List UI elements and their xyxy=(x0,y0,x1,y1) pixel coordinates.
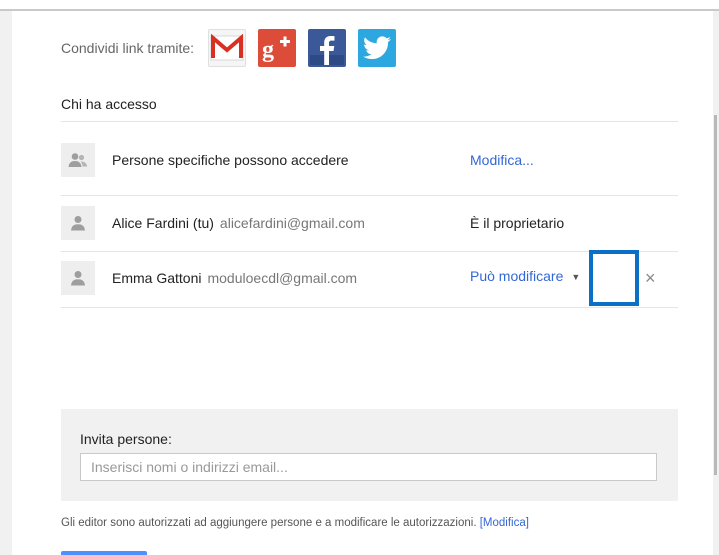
highlight-box xyxy=(589,250,639,306)
editor-permission-note: Gli editor sono autorizzati ad aggiunger… xyxy=(61,517,529,529)
divider xyxy=(61,195,678,196)
person-row-editor: Emma Gattoni moduloecdl@gmail.com Può mod… xyxy=(61,250,678,306)
remove-person-button[interactable]: × xyxy=(645,268,656,289)
invite-input[interactable] xyxy=(80,453,657,481)
permission-dropdown[interactable]: Può modificare ▼ xyxy=(470,268,580,284)
gmail-icon xyxy=(210,34,244,61)
access-section-title: Chi ha accesso xyxy=(61,96,157,112)
person-name-text: Emma Gattoni xyxy=(112,270,202,286)
person-icon xyxy=(61,206,95,240)
invite-panel: Invita persone: xyxy=(61,409,678,501)
visibility-label: Persone specifiche possono accedere xyxy=(112,152,349,168)
svg-text:g: g xyxy=(262,37,274,63)
person-name-text: Alice Fardini (tu) xyxy=(112,215,214,231)
facebook-icon xyxy=(310,36,345,65)
person-email: alicefardini@gmail.com xyxy=(219,215,365,231)
person-icon xyxy=(61,261,95,295)
person-row-owner: Alice Fardini (tu) alicefardini@gmail.com… xyxy=(61,198,678,248)
facebook-share-button[interactable] xyxy=(308,29,347,67)
share-label: Condividi link tramite: xyxy=(61,40,195,56)
divider xyxy=(61,251,678,252)
twitter-icon xyxy=(363,36,392,60)
done-button[interactable] xyxy=(61,551,147,555)
owner-role-label: È il proprietario xyxy=(470,215,565,231)
share-link-row: Condividi link tramite: g xyxy=(61,28,408,68)
editor-permission-change-link[interactable]: [Modifica] xyxy=(480,517,529,529)
twitter-share-button[interactable] xyxy=(358,29,397,67)
divider xyxy=(61,121,678,122)
scrollbar[interactable] xyxy=(714,115,717,475)
google-plus-share-button[interactable]: g xyxy=(258,29,297,67)
invite-label: Invita persone: xyxy=(80,431,172,447)
person-name: Alice Fardini (tu) alicefardini@gmail.com xyxy=(112,215,365,231)
editor-permission-text: Gli editor sono autorizzati ad aggiunger… xyxy=(61,517,477,529)
person-name: Emma Gattoni moduloecdl@gmail.com xyxy=(112,270,357,286)
permission-dropdown-label: Può modificare xyxy=(470,268,564,284)
visibility-row: Persone specifiche possono accedere Modi… xyxy=(61,135,678,185)
caret-down-icon: ▼ xyxy=(571,272,581,283)
people-group-icon xyxy=(61,143,95,177)
gmail-share-button[interactable] xyxy=(208,29,247,67)
divider xyxy=(61,307,678,308)
person-email: moduloecdl@gmail.com xyxy=(207,270,358,286)
left-edge xyxy=(0,11,12,555)
google-plus-icon: g xyxy=(262,36,291,63)
dialog-top-border xyxy=(0,0,719,11)
visibility-change-link[interactable]: Modifica... xyxy=(470,152,534,168)
